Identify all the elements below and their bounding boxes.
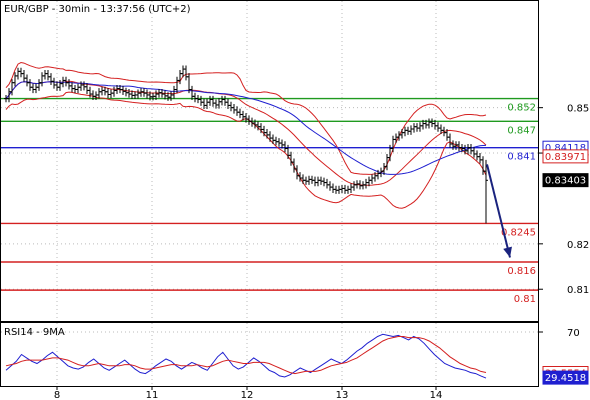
- level-label: 0.816: [507, 266, 536, 277]
- level-label: 0.847: [507, 125, 536, 136]
- level-label: 0.8245: [501, 227, 536, 238]
- time-axis: 8 11 12 13 14: [54, 386, 443, 400]
- x-tick-label: 12: [241, 390, 254, 400]
- x-tick-label: 11: [146, 390, 159, 400]
- x-tick-label: 14: [430, 390, 443, 400]
- rsi-title: RSI14 - 9MA: [4, 327, 65, 338]
- price-panel: [0, 0, 539, 322]
- y-tick-label: 0.85: [567, 104, 589, 115]
- chart-canvas: 0.8520.8470.8410.82450.8160.81 0.850.840…: [0, 0, 589, 400]
- price-markers: 0.841180.839710.83403: [542, 140, 589, 188]
- y-tick-label: 0.81: [567, 285, 589, 296]
- price-axis: 0.850.840.820.81: [538, 104, 589, 296]
- level-label: 0.841: [507, 152, 536, 163]
- x-tick-label: 8: [54, 390, 60, 400]
- chart-title: EUR/GBP - 30min - 13:37:56 (UTC+2): [4, 4, 191, 15]
- y-tick-label: 0.82: [567, 240, 589, 251]
- price-marker-label: 0.83971: [545, 152, 586, 163]
- rsi-tick-label: 70: [567, 328, 580, 339]
- level-label: 0.852: [507, 103, 536, 114]
- rsi-marker-label: 29.4518: [545, 373, 586, 384]
- price-marker-label: 0.83403: [545, 176, 586, 187]
- level-label: 0.81: [514, 294, 536, 305]
- x-tick-label: 13: [336, 390, 349, 400]
